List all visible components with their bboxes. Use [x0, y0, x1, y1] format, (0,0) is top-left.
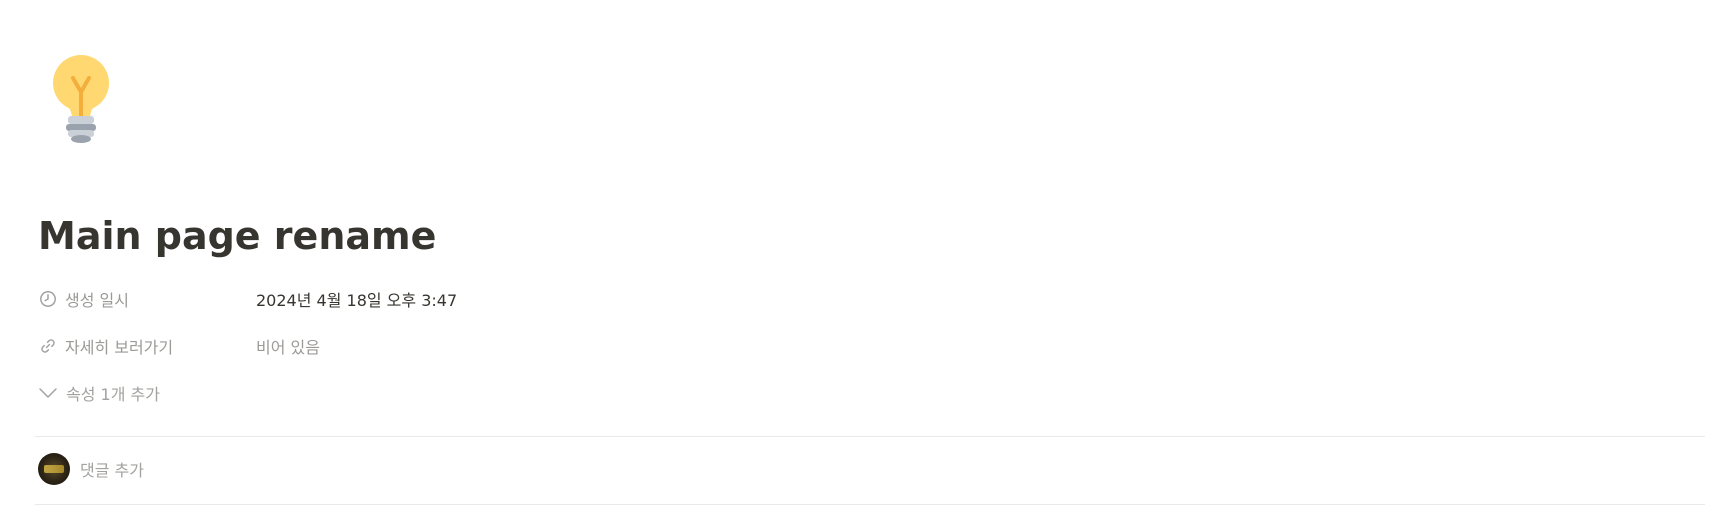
property-name-detail-link[interactable]: 자세히 보러가기 [38, 329, 173, 363]
comment-input-row[interactable]: 댓글 추가 [38, 452, 144, 486]
property-name-created-time[interactable]: 생성 일시 [38, 282, 129, 316]
property-row-detail-link: 자세히 보러가기 비어 있음 [38, 329, 1698, 363]
comment-input[interactable]: 댓글 추가 [80, 457, 144, 481]
page-title[interactable]: Main page rename [38, 210, 436, 262]
divider [35, 504, 1705, 505]
avatar-image [44, 465, 64, 473]
chevron-down-icon [38, 383, 58, 403]
clock-icon [38, 289, 58, 309]
property-value-detail-link[interactable]: 비어 있음 [256, 329, 320, 363]
lightbulb-icon[interactable] [50, 52, 112, 146]
notion-page: Main page rename 생성 일시 2024년 4월 18일 오후 3… [0, 0, 1720, 526]
link-icon [38, 336, 58, 356]
property-label: 생성 일시 [65, 291, 129, 310]
property-row-created-time: 생성 일시 2024년 4월 18일 오후 3:47 [38, 282, 1698, 316]
property-label: 자세히 보러가기 [65, 338, 174, 357]
divider [35, 436, 1705, 437]
more-properties-toggle[interactable]: 속성 1개 추가 [38, 376, 160, 410]
avatar [38, 453, 70, 485]
more-properties-label: 속성 1개 추가 [66, 385, 160, 404]
property-value-created-time[interactable]: 2024년 4월 18일 오후 3:47 [256, 282, 457, 316]
